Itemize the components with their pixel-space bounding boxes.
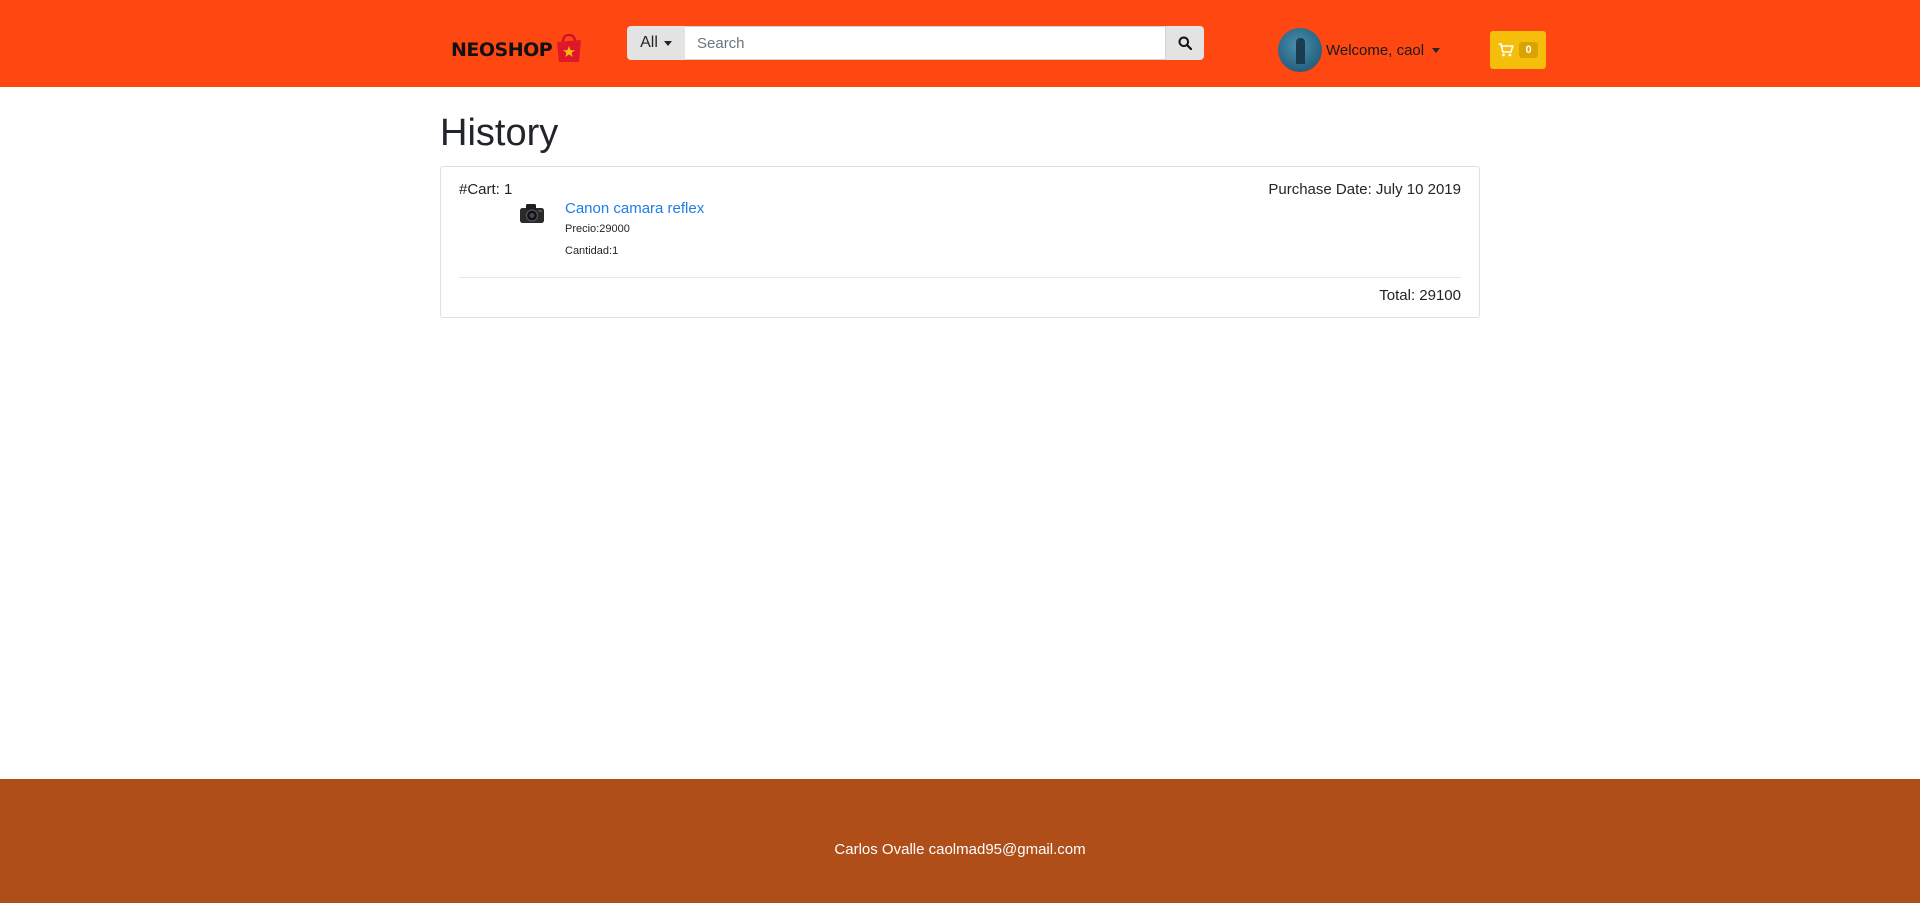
category-label: All — [640, 34, 658, 51]
item-price: Precio:29000 — [565, 223, 630, 235]
cart-label: #Cart: 1 — [459, 181, 513, 198]
welcome-text: Welcome, caol — [1326, 41, 1425, 59]
footer: Carlos Ovalle caolmad95@gmail.com — [0, 779, 1920, 903]
divider — [459, 277, 1461, 278]
cart-button[interactable]: 0 — [1490, 31, 1546, 69]
search-group: All — [627, 26, 1204, 60]
footer-text: Carlos Ovalle caolmad95@gmail.com — [834, 841, 1086, 858]
cart-total: Total: 29100 — [1379, 287, 1461, 304]
search-icon — [1178, 36, 1192, 50]
cart-count-badge: 0 — [1519, 42, 1538, 58]
logo-text: NEOSHOP — [451, 39, 553, 61]
category-dropdown[interactable]: All — [627, 26, 685, 60]
search-button[interactable] — [1166, 26, 1204, 60]
item-quantity: Cantidad:1 — [565, 245, 619, 257]
camera-icon — [520, 204, 544, 223]
avatar — [1278, 28, 1322, 72]
user-menu[interactable]: Welcome, caol — [1278, 27, 1441, 73]
logo[interactable]: NEOSHOP — [451, 30, 585, 70]
item-name-link[interactable]: Canon camara reflex — [565, 200, 704, 217]
cart-history-card: #Cart: 1 Purchase Date: July 10 2019 Can… — [440, 166, 1480, 318]
chevron-down-icon — [663, 40, 672, 46]
purchase-date: Purchase Date: July 10 2019 — [1268, 181, 1461, 198]
top-navbar: NEOSHOP All Welcome, caol — [0, 0, 1920, 87]
chevron-down-icon — [1432, 47, 1441, 53]
search-input[interactable] — [685, 26, 1166, 60]
cart-icon — [1498, 43, 1515, 57]
shopping-bag-icon — [557, 33, 582, 62]
page-title: History — [440, 112, 559, 154]
welcome-dropdown[interactable]: Welcome, caol — [1326, 41, 1441, 59]
